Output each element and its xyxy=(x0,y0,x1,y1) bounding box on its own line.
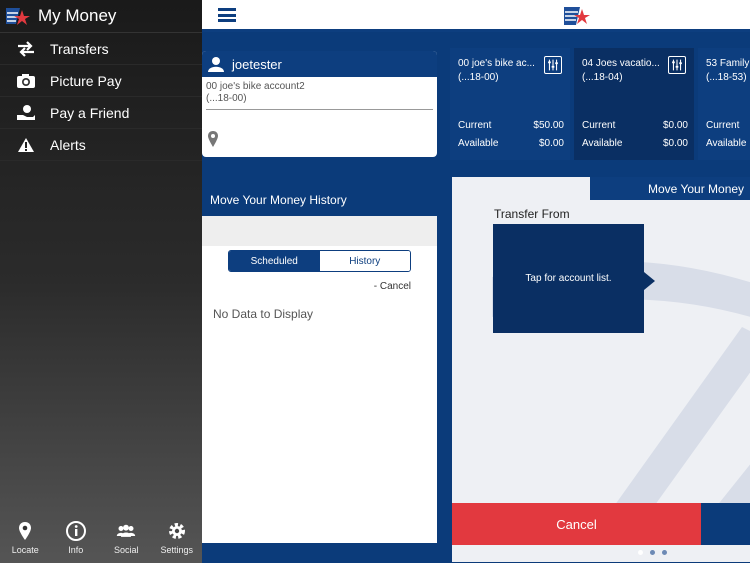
footer-info-button[interactable]: Info xyxy=(51,517,102,563)
sliders-icon[interactable] xyxy=(668,56,686,74)
user-account-name: 00 joe's bike account2 xyxy=(206,81,305,92)
sidebar-item-alerts[interactable]: Alerts xyxy=(0,129,202,161)
available-value: $0.00 xyxy=(538,138,564,149)
history-title: Move Your Money History xyxy=(210,193,347,207)
page-dot xyxy=(662,550,667,555)
tab-scheduled[interactable]: Scheduled xyxy=(229,251,320,271)
user-account-number: (...18-00) xyxy=(206,93,247,104)
info-icon xyxy=(65,521,86,541)
sidebar: My Money Transfers Picture Pay Pay a Fri… xyxy=(0,0,202,563)
transfer-area: Move Your Money Transfer From Tap for ac… xyxy=(452,177,750,562)
hamburger-menu-icon[interactable] xyxy=(218,8,236,22)
account-available-row: Available $0.00 xyxy=(458,138,564,149)
sidebar-item-label: Transfers xyxy=(50,40,109,57)
current-value: $50.00 xyxy=(533,120,564,131)
footer-label: Settings xyxy=(160,545,194,555)
account-card[interactable]: 53 Family (...18-53) Current Available xyxy=(698,48,750,160)
account-card[interactable]: 04 Joes vacatio... (...18-04) Current $0.… xyxy=(574,48,694,160)
account-name: 04 Joes vacatio... xyxy=(582,58,660,69)
user-header: joetester xyxy=(202,51,437,77)
transfer-from-label: Transfer From xyxy=(494,207,570,221)
account-card[interactable]: 00 joe's bike ac... (...18-00) Current $5… xyxy=(450,48,570,160)
cancel-button[interactable]: Cancel xyxy=(452,503,701,545)
account-number: (...18-00) xyxy=(458,72,499,83)
current-label: Current xyxy=(706,120,740,131)
history-panel: Scheduled History - Cancel No Data to Di… xyxy=(202,216,437,543)
user-icon xyxy=(208,57,224,72)
brand-logo-icon xyxy=(564,7,590,25)
sidebar-title: My Money xyxy=(38,6,117,25)
hand-icon xyxy=(16,103,36,123)
available-label: Available xyxy=(706,138,747,149)
page-indicator[interactable] xyxy=(638,550,674,555)
move-money-tab: Move Your Money xyxy=(590,177,750,200)
account-current-row: Current xyxy=(706,120,750,131)
sidebar-item-picture-pay[interactable]: Picture Pay xyxy=(0,65,202,97)
page-dot xyxy=(650,550,655,555)
divider xyxy=(206,109,433,110)
account-current-row: Current $0.00 xyxy=(582,120,688,131)
available-label: Available xyxy=(458,138,499,149)
transfer-icon xyxy=(16,39,36,59)
main-content: joetester 00 joe's bike account2 (...18-… xyxy=(202,35,750,563)
footer-label: Locate xyxy=(11,545,39,555)
history-cancel-link[interactable]: - Cancel xyxy=(374,281,411,292)
gear-icon xyxy=(168,523,185,539)
history-segmented-control: Scheduled History xyxy=(228,250,411,272)
warning-icon xyxy=(16,135,36,155)
sidebar-footer: Locate Info Social Settings xyxy=(0,517,202,563)
sidebar-header: My Money xyxy=(0,0,202,33)
account-name: 53 Family xyxy=(706,58,750,69)
account-number: (...18-04) xyxy=(582,72,623,83)
sidebar-item-pay-a-friend[interactable]: Pay a Friend xyxy=(0,97,202,129)
user-account: 00 joe's bike account2 (...18-00) xyxy=(202,77,437,105)
footer-label: Social xyxy=(113,545,139,555)
account-carousel: 00 joe's bike ac... (...18-00) Current $5… xyxy=(450,48,750,160)
tab-history[interactable]: History xyxy=(319,251,410,271)
camera-icon xyxy=(16,71,36,91)
available-value: $0.00 xyxy=(662,138,688,149)
sidebar-item-label: Alerts xyxy=(50,136,86,153)
people-icon xyxy=(117,524,136,537)
empty-message: No Data to Display xyxy=(213,307,314,321)
location-pin-icon xyxy=(19,522,32,540)
sidebar-item-transfers[interactable]: Transfers xyxy=(0,33,202,65)
footer-label: Info xyxy=(68,545,84,555)
page-dot xyxy=(638,550,643,555)
available-label: Available xyxy=(582,138,623,149)
footer-social-button[interactable]: Social xyxy=(101,517,152,563)
user-name: joetester xyxy=(232,56,282,72)
location-pin-icon[interactable] xyxy=(207,131,219,147)
transfer-from-selector[interactable]: Tap for account list. xyxy=(493,224,644,333)
footer-settings-button[interactable]: Settings xyxy=(152,517,203,563)
sliders-icon[interactable] xyxy=(544,56,562,74)
button-spacer xyxy=(701,503,750,545)
selector-arrow xyxy=(644,272,655,290)
sidebar-item-label: Pay a Friend xyxy=(50,104,130,121)
current-label: Current xyxy=(582,120,616,131)
top-bar xyxy=(202,0,750,32)
current-label: Current xyxy=(458,120,492,131)
account-available-row: Available xyxy=(706,138,750,149)
account-available-row: Available $0.00 xyxy=(582,138,688,149)
history-header-bar xyxy=(202,216,437,246)
account-number: (...18-53) xyxy=(706,72,747,83)
brand-logo-icon xyxy=(6,8,30,25)
sidebar-item-label: Picture Pay xyxy=(50,72,122,89)
current-value: $0.00 xyxy=(662,120,688,131)
user-card: joetester 00 joe's bike account2 (...18-… xyxy=(202,51,437,157)
account-name: 00 joe's bike ac... xyxy=(458,58,535,69)
account-current-row: Current $50.00 xyxy=(458,120,564,131)
footer-locate-button[interactable]: Locate xyxy=(0,517,51,563)
